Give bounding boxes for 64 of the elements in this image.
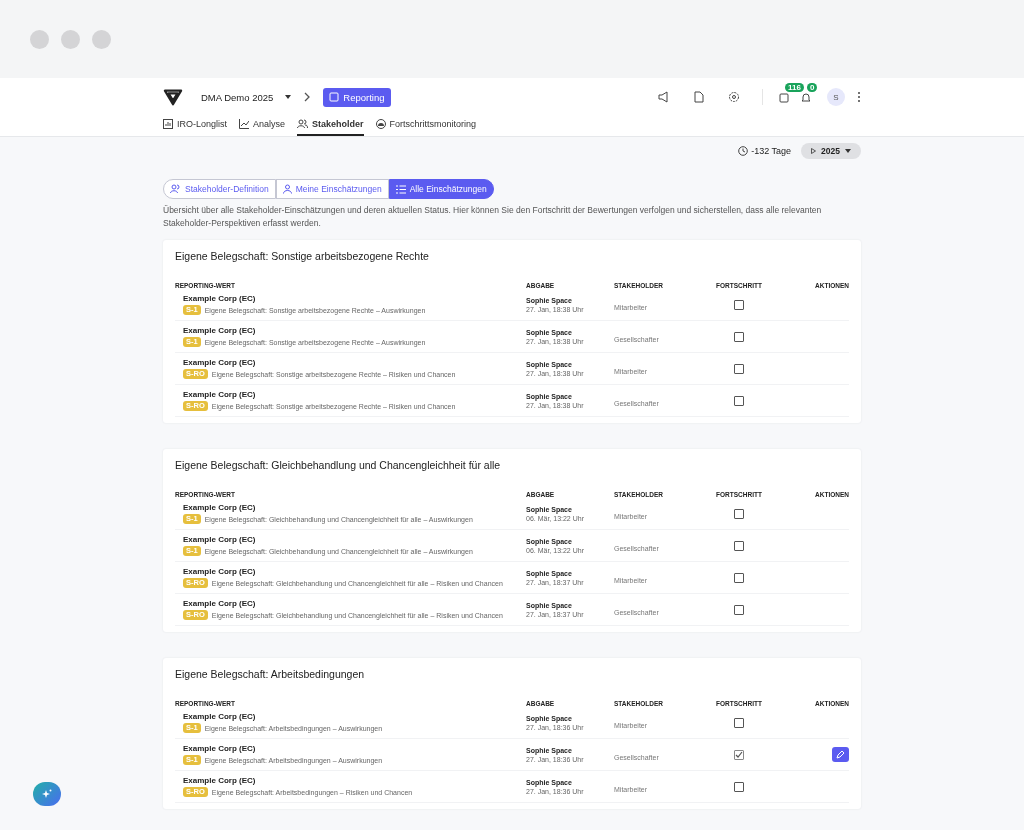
- logo-icon[interactable]: [163, 88, 183, 106]
- company-name: Example Corp (EC): [183, 358, 257, 367]
- sparkle-icon: [41, 788, 53, 800]
- nav-tab[interactable]: Stakeholder: [297, 114, 364, 136]
- progress-checkbox[interactable]: [734, 540, 744, 551]
- progress-checkbox[interactable]: [734, 331, 744, 342]
- list-icon: [395, 184, 406, 194]
- nav-tab[interactable]: IRO-Longlist: [163, 114, 228, 136]
- progress-checkbox[interactable]: [734, 299, 744, 310]
- tasks-icon[interactable]: [779, 91, 789, 103]
- people-icon: [297, 119, 309, 129]
- person-icon: [282, 184, 292, 194]
- progress-checkbox[interactable]: [734, 781, 744, 792]
- nav-tab[interactable]: Analyse: [239, 114, 286, 136]
- document-icon: [329, 92, 340, 102]
- progress-checkbox[interactable]: [734, 395, 744, 406]
- intro-text: Übersicht über alle Stakeholder-Einschätzungen und deren aktuellen Status. Hier können Sie den Fortschritt der Bewertungen verfolgen und sicherstellen, dass alle relevanten Stakeholder-Perspektiven erfasst werden.: [163, 204, 823, 230]
- company-name: Example Corp (EC): [183, 712, 257, 721]
- segment-tab[interactable]: Stakeholder-Definition: [163, 179, 276, 199]
- clock-icon: [738, 146, 749, 156]
- assistant-button[interactable]: [33, 782, 61, 806]
- year-selector[interactable]: 2025: [801, 143, 861, 159]
- section-title: Eigene Belegschaft: Gleichbehandlung und Chancengleichheit für alle: [175, 459, 502, 471]
- settings-icon[interactable]: [728, 91, 740, 103]
- segment-tab[interactable]: Meine Einschätzungen: [275, 179, 389, 199]
- play-icon: [811, 148, 817, 154]
- count-badge: 0: [807, 82, 818, 92]
- module-button[interactable]: Reporting: [323, 87, 391, 107]
- pencil-icon: [836, 750, 845, 759]
- project-selector[interactable]: DMA Demo 2025: [201, 91, 274, 103]
- deadline-text: -132 Tage: [738, 146, 792, 156]
- company-name: Example Corp (EC): [183, 776, 257, 785]
- progress-checkbox[interactable]: [734, 717, 744, 728]
- company-name: Example Corp (EC): [183, 567, 257, 576]
- company-name: Example Corp (EC): [183, 503, 257, 512]
- more-icon[interactable]: [857, 91, 861, 103]
- company-name: Example Corp (EC): [183, 744, 257, 753]
- gauge-icon: [375, 119, 386, 129]
- people-icon: [170, 184, 181, 194]
- section-title: Eigene Belegschaft: Arbeitsbedingungen: [175, 668, 366, 680]
- progress-checkbox[interactable]: [734, 604, 744, 615]
- caret-down-icon[interactable]: [285, 95, 292, 99]
- segment-tab[interactable]: Alle Einschätzungen: [388, 179, 494, 199]
- avatar[interactable]: S: [827, 88, 845, 106]
- document-icon[interactable]: [694, 91, 704, 103]
- progress-checkbox[interactable]: [734, 749, 744, 760]
- chevron-right-icon: [303, 92, 312, 102]
- count-badge: 116: [785, 82, 804, 92]
- company-name: Example Corp (EC): [183, 599, 257, 608]
- megaphone-icon[interactable]: [658, 91, 670, 103]
- line-chart-icon: [239, 119, 250, 129]
- caret-down-icon: [845, 149, 851, 153]
- company-name: Example Corp (EC): [183, 294, 257, 303]
- nav-tab[interactable]: Fortschrittsmonitoring: [375, 114, 477, 136]
- chart-icon: [163, 119, 173, 129]
- company-name: Example Corp (EC): [183, 390, 257, 399]
- progress-checkbox[interactable]: [734, 508, 744, 519]
- company-name: Example Corp (EC): [183, 326, 257, 335]
- edit-button[interactable]: [832, 747, 849, 762]
- company-name: Example Corp (EC): [183, 535, 257, 544]
- progress-checkbox[interactable]: [734, 363, 744, 374]
- section-title: Eigene Belegschaft: Sonstige arbeitsbezogene Rechte: [175, 250, 430, 262]
- bell-icon[interactable]: [801, 91, 811, 103]
- progress-checkbox[interactable]: [734, 572, 744, 583]
